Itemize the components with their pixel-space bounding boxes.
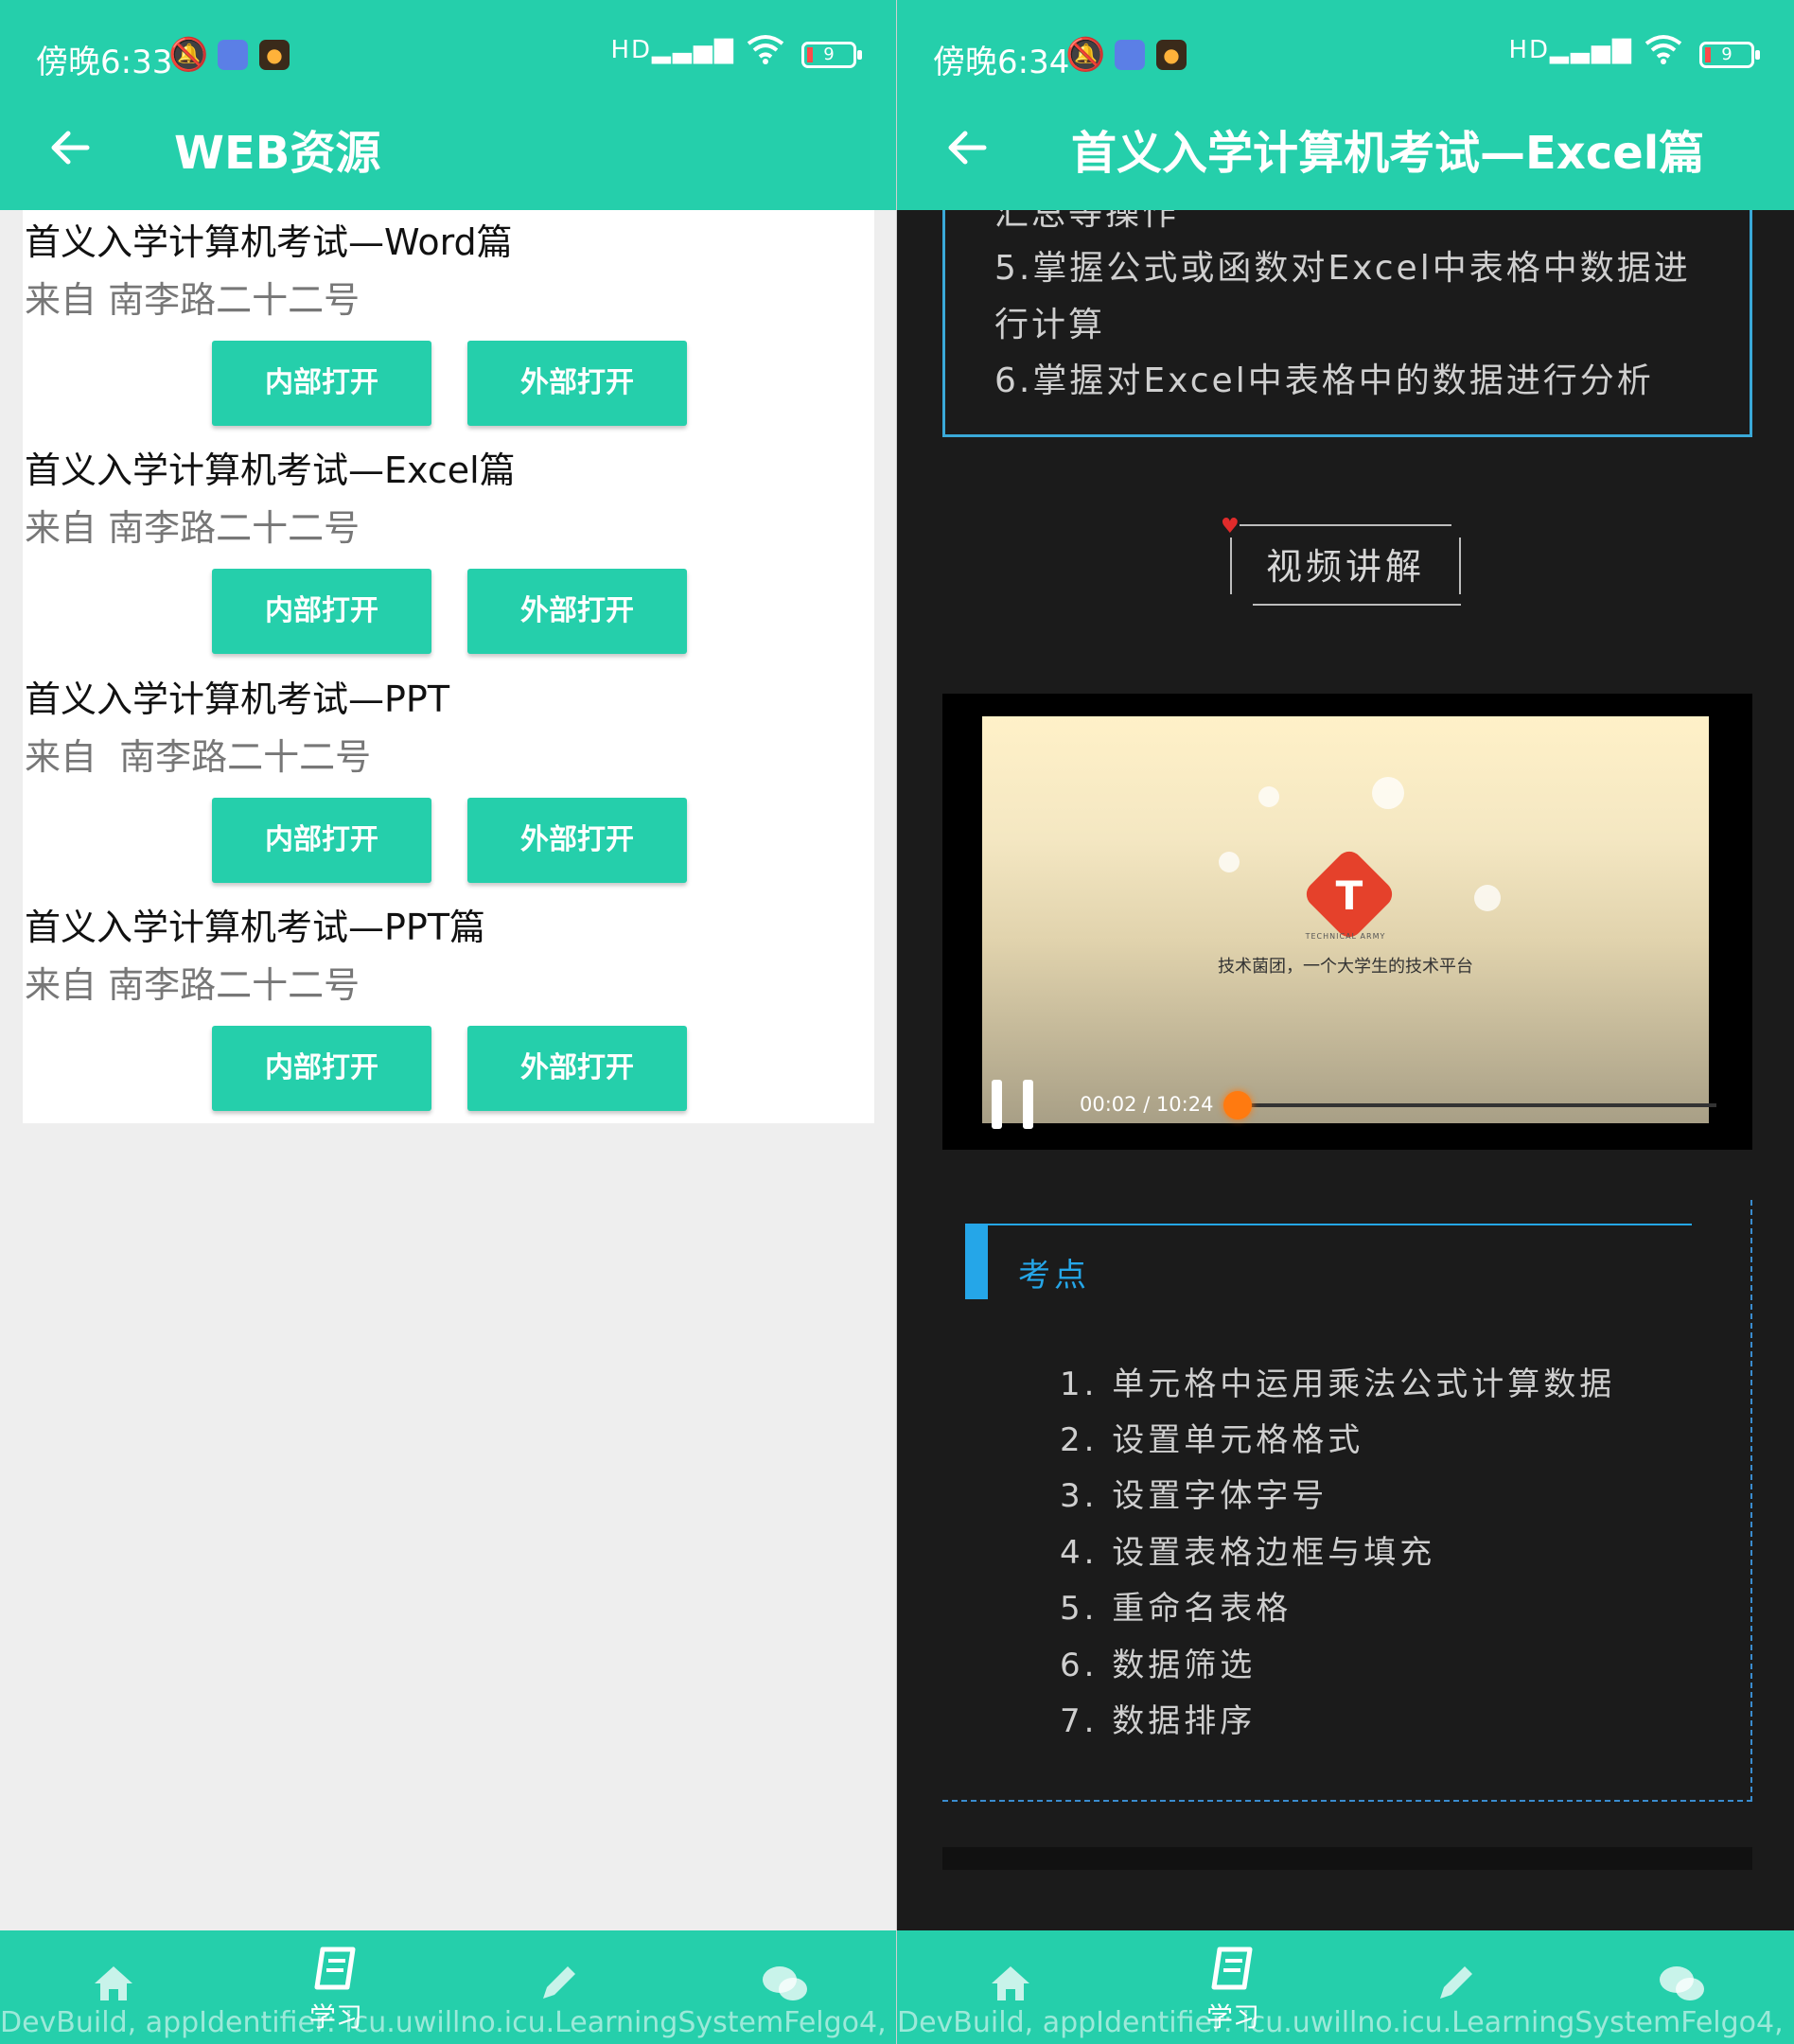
- battery-level: 9: [1721, 44, 1732, 64]
- page-title: WEB资源: [174, 127, 381, 180]
- video-logo-letter: T: [1335, 872, 1363, 919]
- back-arrow-icon[interactable]: [941, 121, 994, 174]
- wechat-icon: [763, 1966, 807, 2000]
- home-icon: [95, 1966, 132, 2000]
- resource-source: 来自 南李路二十二号: [25, 507, 361, 549]
- resource-title: 首义入学计算机考试—Excel篇: [25, 449, 516, 491]
- back-arrow-icon[interactable]: [44, 121, 97, 174]
- resource-source: 来自 南李路二十二号: [25, 964, 361, 1006]
- list-item: 首义入学计算机考试—Word篇 来自 南李路二十二号 内部打开 外部打开: [23, 210, 874, 438]
- resource-list: 首义入学计算机考试—Word篇 来自 南李路二十二号 内部打开 外部打开 首义入…: [23, 210, 874, 1123]
- open-internal-button[interactable]: 内部打开: [212, 569, 431, 654]
- keypoint-item: 7. 数据排序: [1060, 1702, 1257, 1740]
- list-item: 首义入学计算机考试—PPT 来自 南李路二十二号 内部打开 外部打开: [23, 667, 874, 895]
- build-watermark: DevBuild, appIdentifier: icu.uwillno.icu…: [897, 2006, 1793, 2039]
- web-resources-screen: 傍晚6:33 🔕 ● HD▂▃▅▇ 9 WEB资源 首义入学计算机考试—Word…: [0, 0, 896, 2044]
- list-item: 首义入学计算机考试—Excel篇 来自 南李路二十二号 内部打开 外部打开: [23, 438, 874, 666]
- list-item: 首义入学计算机考试—PPT篇 来自 南李路二十二号 内部打开 外部打开: [23, 895, 874, 1123]
- keypoint-item: 1. 单元格中运用乘法公式计算数据: [1060, 1366, 1616, 1403]
- keypoint-item: 4. 设置表格边框与填充: [1060, 1534, 1436, 1572]
- video-section-label: 视频讲解: [1266, 546, 1426, 588]
- app-notification-icon: [218, 40, 248, 70]
- status-time: 傍晚6:34: [933, 44, 1070, 81]
- wechat-icon: [1660, 1966, 1704, 2000]
- open-external-button[interactable]: 外部打开: [467, 798, 687, 883]
- app-notification-icon: [1115, 40, 1145, 70]
- app-notification-icon-2: ●: [1156, 40, 1187, 70]
- pencil-icon: [543, 1966, 575, 1999]
- app-header: 傍晚6:34 🔕 ● HD▂▃▅▇ 9 首义入学计算机考试—Excel篇: [897, 0, 1794, 210]
- mute-icon: 🔕: [168, 36, 209, 74]
- book-icon: [314, 1947, 356, 1990]
- resource-source: 来自 南李路二十二号: [25, 279, 361, 321]
- signal-icon: HD▂▃▅▇: [610, 36, 735, 64]
- open-internal-button[interactable]: 内部打开: [212, 798, 431, 883]
- keypoint-item: 3. 设置字体字号: [1060, 1477, 1328, 1515]
- video-logo-subtitle: TECHNICAL ARMY: [1305, 932, 1386, 941]
- keypoint-item: 5. 重命名表格: [1060, 1590, 1293, 1628]
- section-label-box: ♥ 视频讲解: [1221, 509, 1461, 606]
- status-bar: 傍晚6:33 🔕 ● HD▂▃▅▇ 9: [0, 28, 896, 85]
- keypoint-item: 6. 数据筛选: [1060, 1647, 1257, 1684]
- video-section-header: ♥ 视频讲解: [897, 492, 1794, 606]
- open-external-button[interactable]: 外部打开: [467, 569, 687, 654]
- book-icon: [1211, 1947, 1253, 1990]
- objective-line: 5.掌握公式或函数对Excel中表格中数据进: [994, 249, 1691, 288]
- keypoint-item: 2. 设置单元格格式: [1060, 1421, 1364, 1459]
- toolbar: 首义入学计算机考试—Excel篇: [897, 104, 1794, 210]
- video-time: 00:02 / 10:24: [1080, 1093, 1214, 1116]
- app-header: 傍晚6:33 🔕 ● HD▂▃▅▇ 9 WEB资源: [0, 0, 896, 210]
- video-seek-bar[interactable]: [1222, 1091, 1716, 1119]
- open-internal-button[interactable]: 内部打开: [212, 341, 431, 426]
- keypoints-title: 考点: [1018, 1257, 1090, 1295]
- open-internal-button[interactable]: 内部打开: [212, 1026, 431, 1111]
- wifi-icon: [1644, 34, 1682, 72]
- video-player[interactable]: T TECHNICAL ARMY 技术菌团，一个大学生的技术平台 00:02 /…: [942, 694, 1752, 1150]
- signal-icon: HD▂▃▅▇: [1508, 36, 1633, 64]
- battery-icon: 9: [801, 42, 862, 68]
- battery-icon: 9: [1699, 42, 1760, 68]
- toolbar: WEB资源: [0, 104, 896, 210]
- build-watermark: DevBuild, appIdentifier: icu.uwillno.icu…: [0, 2006, 896, 2039]
- resource-title: 首义入学计算机考试—PPT篇: [25, 907, 486, 948]
- status-bar: 傍晚6:34 🔕 ● HD▂▃▅▇ 9: [897, 28, 1794, 85]
- resource-title: 首义入学计算机考试—Word篇: [25, 221, 513, 263]
- keypoints-accent-bar: [965, 1224, 988, 1299]
- resource-source: 来自 南李路二十二号: [25, 736, 372, 778]
- pencil-icon: [1440, 1966, 1472, 1999]
- page-title: 首义入学计算机考试—Excel篇: [1071, 127, 1705, 180]
- open-external-button[interactable]: 外部打开: [467, 341, 687, 426]
- objective-line: 6.掌握对Excel中表格中的数据进行分析: [994, 361, 1654, 400]
- next-content-block: [942, 1847, 1752, 1870]
- resource-title: 首义入学计算机考试—PPT: [25, 678, 450, 720]
- battery-level: 9: [823, 44, 835, 64]
- heart-icon: ♥: [1221, 515, 1240, 538]
- status-time: 傍晚6:33: [36, 44, 173, 81]
- pause-icon[interactable]: [992, 1080, 1033, 1129]
- wifi-icon: [747, 34, 784, 72]
- app-notification-icon-2: ●: [259, 40, 290, 70]
- home-icon: [992, 1966, 1029, 2000]
- keypoints-rule: [988, 1224, 1692, 1225]
- video-frame: T TECHNICAL ARMY 技术菌团，一个大学生的技术平台: [982, 716, 1709, 1123]
- keypoints-box: 考点 1. 单元格中运用乘法公式计算数据 2. 设置单元格格式 3. 设置字体字…: [942, 1200, 1752, 1802]
- excel-detail-screen: 汇总等操作 5.掌握公式或函数对Excel中表格中数据进 行计算 6.掌握对Ex…: [897, 0, 1794, 2044]
- objective-line: 行计算: [994, 306, 1106, 344]
- open-external-button[interactable]: 外部打开: [467, 1026, 687, 1111]
- video-slogan: 技术菌团，一个大学生的技术平台: [1218, 957, 1473, 977]
- mute-icon: 🔕: [1065, 36, 1106, 74]
- seek-handle[interactable]: [1222, 1091, 1252, 1119]
